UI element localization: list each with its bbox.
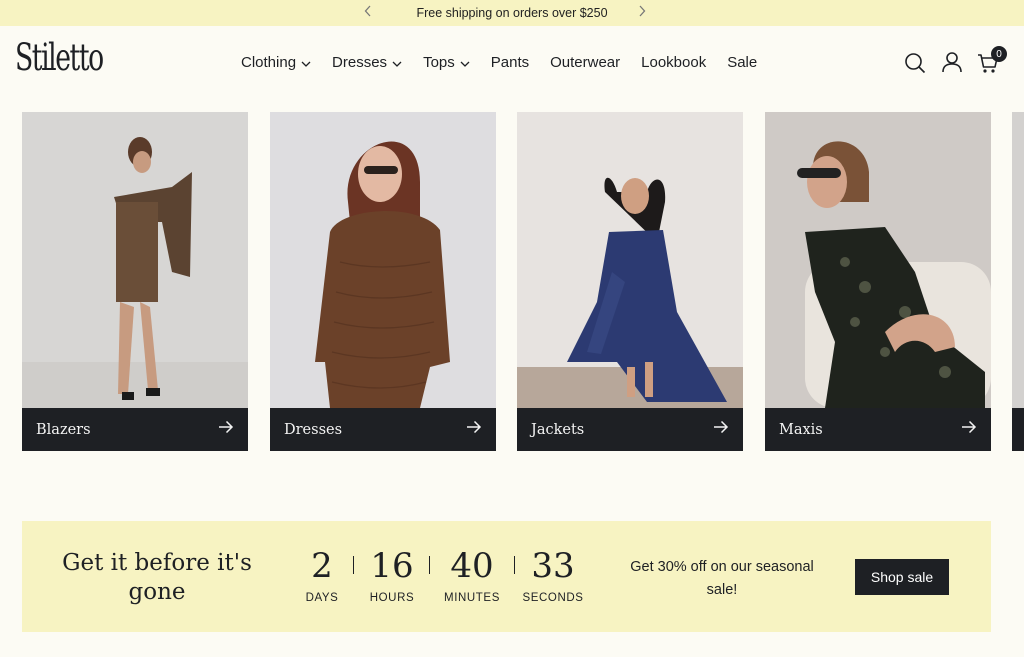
nav-item-label: Lookbook <box>641 53 707 71</box>
category-card-dresses[interactable]: Dresses <box>270 112 496 451</box>
chevron-right-icon[interactable] <box>638 4 646 20</box>
countdown-minutes-label: MINUTES <box>444 592 500 604</box>
nav-item-lookbook[interactable]: Lookbook <box>641 54 706 71</box>
category-image <box>517 112 743 408</box>
category-label: Maxis <box>779 421 823 438</box>
countdown-days-label: DAYS <box>305 592 339 604</box>
countdown-minutes-value: 40 <box>450 546 494 586</box>
nav-item-label: Dresses <box>332 53 388 71</box>
category-image <box>270 112 496 408</box>
promo-headline: Get it before it's gone <box>62 550 252 605</box>
category-bar: Dresses <box>270 408 496 451</box>
arrow-right-icon <box>961 420 977 439</box>
nav-item-clothing[interactable]: Clothing <box>241 54 311 71</box>
countdown-seconds-value: 33 <box>531 546 575 586</box>
sale-countdown-banner: Get it before it's gone 2 DAYS 16 HOURS … <box>22 521 991 632</box>
nav-item-label: Sale <box>727 53 758 71</box>
chevron-left-icon[interactable] <box>364 4 372 20</box>
nav-item-label: Tops <box>423 53 455 71</box>
nav-item-dresses[interactable]: Dresses <box>332 54 402 71</box>
countdown-days-value: 2 <box>311 546 333 586</box>
nav-item-sale[interactable]: Sale <box>727 54 757 71</box>
countdown-divider <box>353 556 354 574</box>
countdown-divider <box>514 556 515 574</box>
store-logo[interactable]: Stiletto <box>15 39 104 76</box>
account-icon[interactable] <box>941 51 963 78</box>
chevron-down-icon <box>460 54 470 71</box>
nav-item-label: Outerwear <box>550 53 621 71</box>
category-label: Dresses <box>284 421 343 438</box>
category-card-blazers[interactable]: Blazers <box>22 112 248 451</box>
category-card-next-peek[interactable] <box>1012 112 1024 451</box>
category-bar: Jackets <box>517 408 743 451</box>
site-header: Stiletto Clothing Dresses Tops Pants Out… <box>0 26 1024 100</box>
main-nav: Clothing Dresses Tops Pants Outerwear Lo… <box>241 52 757 72</box>
cart-icon[interactable]: 0 <box>977 46 1007 79</box>
chevron-down-icon <box>301 54 311 71</box>
chevron-down-icon <box>392 54 402 71</box>
category-card-maxis[interactable]: Maxis <box>765 112 991 451</box>
category-bar: Blazers <box>22 408 248 451</box>
arrow-right-icon <box>466 420 482 439</box>
nav-item-tops[interactable]: Tops <box>423 54 470 71</box>
category-label: Jackets <box>531 421 585 438</box>
shop-sale-button[interactable]: Shop sale <box>855 559 949 595</box>
nav-item-outerwear[interactable]: Outerwear <box>550 54 620 71</box>
countdown-seconds-label: SECONDS <box>522 592 584 604</box>
nav-item-label: Clothing <box>241 53 297 71</box>
nav-item-pants[interactable]: Pants <box>491 54 529 71</box>
countdown-hours-label: HOURS <box>369 592 415 604</box>
search-icon[interactable] <box>904 52 926 79</box>
category-image <box>765 112 991 408</box>
category-image <box>22 112 248 408</box>
category-card-jackets[interactable]: Jackets <box>517 112 743 451</box>
arrow-right-icon <box>218 420 234 439</box>
cart-count-badge: 0 <box>991 46 1007 62</box>
countdown-divider <box>429 556 430 574</box>
arrow-right-icon <box>713 420 729 439</box>
nav-item-label: Pants <box>490 53 530 71</box>
announcement-text: Free shipping on orders over $250 <box>416 6 608 20</box>
category-bar: Maxis <box>765 408 991 451</box>
category-label: Blazers <box>36 421 91 438</box>
promo-offer-text: Get 30% off on our seasonal sale! <box>630 559 814 598</box>
countdown-hours-value: 16 <box>370 546 414 586</box>
announcement-bar: Free shipping on orders over $250 <box>0 0 1024 26</box>
